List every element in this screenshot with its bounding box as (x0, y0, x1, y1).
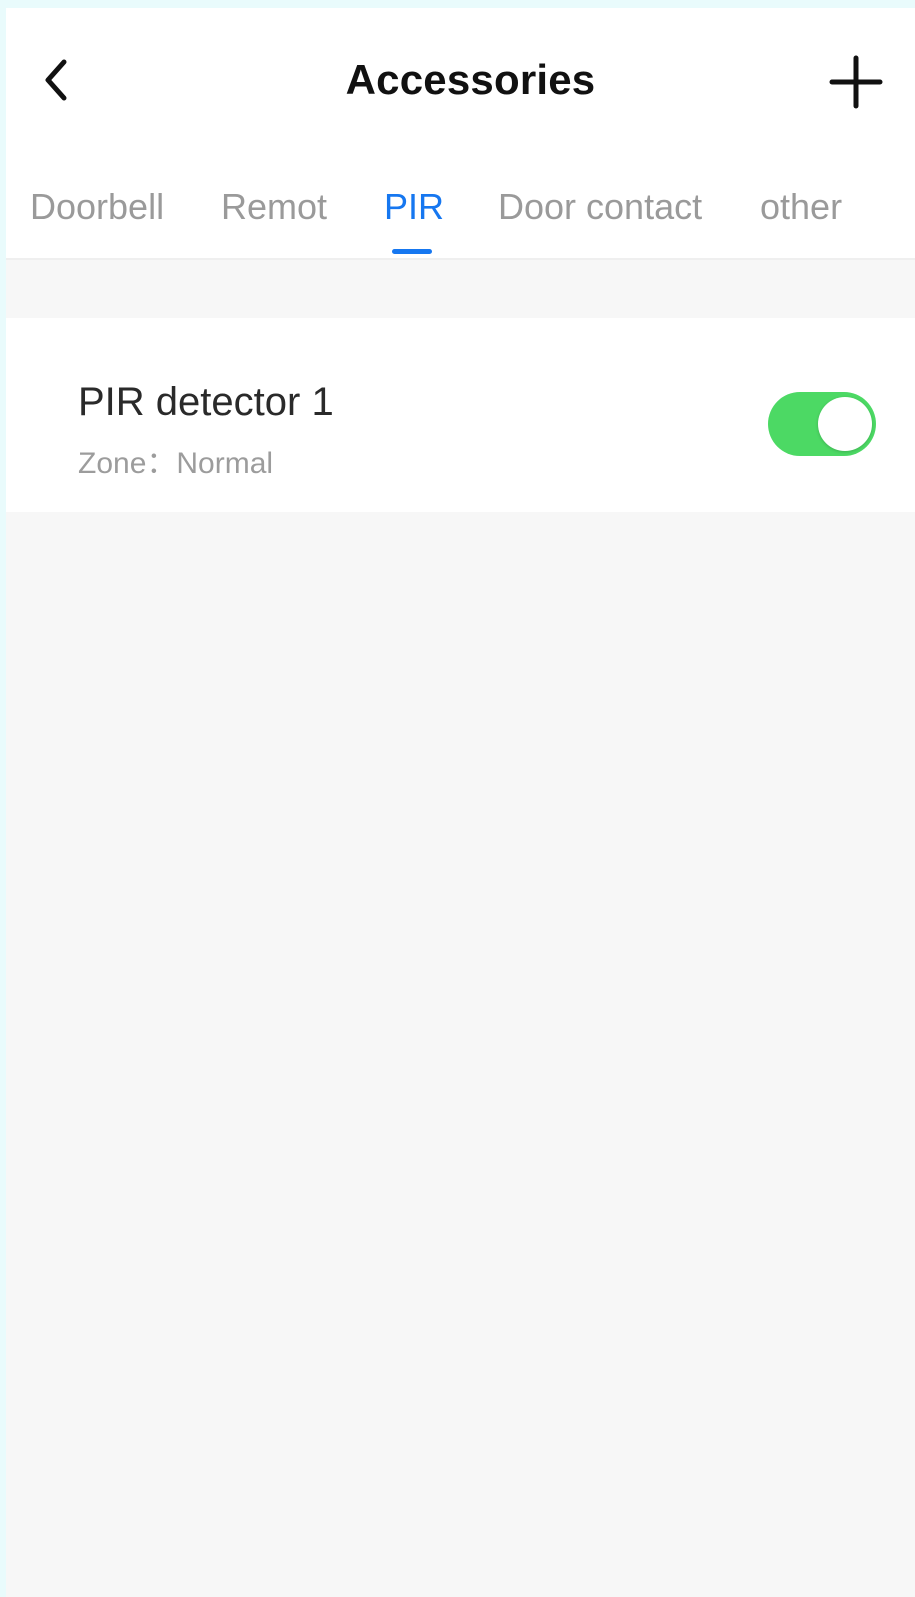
device-name: PIR detector 1 (78, 380, 334, 424)
device-zone: Zone：Normal (78, 447, 274, 480)
tab-pir[interactable]: PIR (384, 186, 444, 228)
toggle-knob (818, 397, 872, 451)
plus-icon (829, 55, 883, 109)
page-title: Accessories (345, 56, 596, 103)
device-list-item[interactable]: PIR detector 1 Zone：Normal (6, 318, 915, 512)
header-bar: Accessories (6, 8, 915, 158)
category-tabs: Doorbell Remot PIR Door contact other (6, 158, 915, 260)
tab-door-contact[interactable]: Door contact (498, 186, 702, 228)
accessories-screen: Accessories Doorbell Remot PIR Door cont… (6, 8, 915, 1597)
tab-other[interactable]: other (760, 186, 842, 228)
device-enable-toggle[interactable] (768, 392, 876, 456)
add-accessory-button[interactable] (826, 52, 886, 112)
tab-doorbell[interactable]: Doorbell (30, 186, 164, 228)
active-tab-indicator (392, 249, 432, 254)
tab-remot[interactable]: Remot (221, 186, 327, 228)
